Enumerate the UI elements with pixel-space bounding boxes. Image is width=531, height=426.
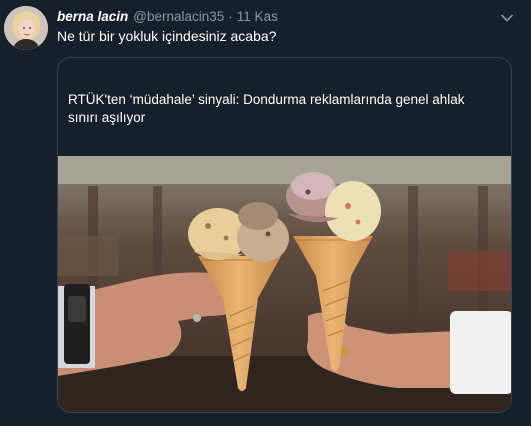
tweet-header: berna lacin @bernalacin35 · 11 Kas (57, 9, 278, 27)
ice-cream-photo (58, 156, 511, 412)
tweet-menu-button[interactable] (498, 9, 516, 27)
avatar[interactable] (4, 6, 48, 50)
separator-dot: · (228, 9, 233, 24)
tweet-timestamp[interactable]: 11 Kas (237, 9, 278, 24)
tweet-text: Ne tür bir yokluk içindesiniz acaba? (57, 28, 277, 44)
user-avatar-icon (4, 6, 48, 50)
card-title: RTÜK'ten ‘müdahale’ sinyali: Dondurma re… (68, 92, 465, 125)
user-handle[interactable]: @bernalacin35 (133, 9, 224, 24)
tweet[interactable]: berna lacin @bernalacin35 · 11 Kas Ne tü… (0, 0, 531, 426)
display-name[interactable]: berna lacin (57, 9, 128, 24)
link-card[interactable]: RTÜK'ten ‘müdahale’ sinyali: Dondurma re… (57, 57, 512, 413)
chevron-down-icon (501, 14, 513, 22)
card-image[interactable] (58, 156, 511, 412)
